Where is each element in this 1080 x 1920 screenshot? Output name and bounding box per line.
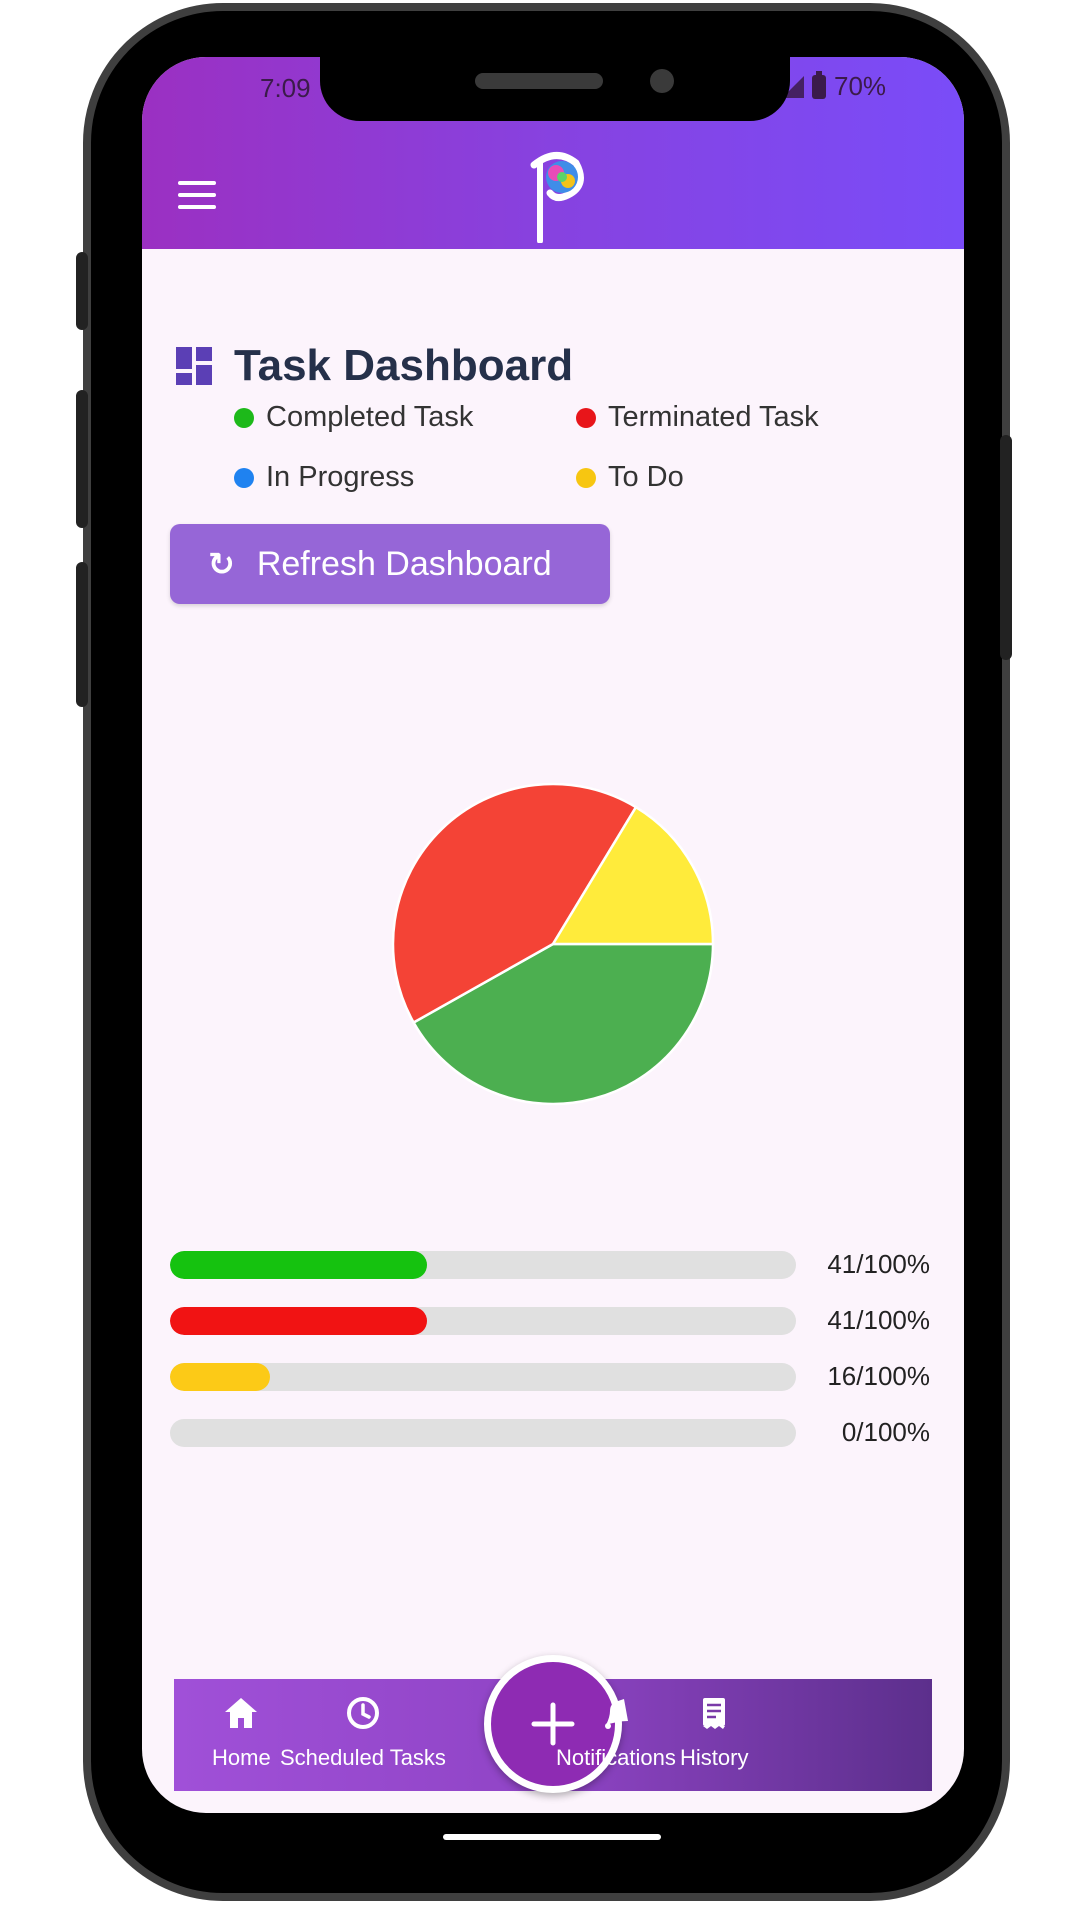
- nav-scheduled-tasks[interactable]: Scheduled Tasks: [280, 1693, 446, 1771]
- legend-label: In Progress: [266, 461, 415, 493]
- status-time: 7:09: [260, 73, 311, 103]
- nav-history[interactable]: History: [680, 1693, 748, 1771]
- progress-bars: 41/100% 41/100% 16/100% 0/100%: [170, 1249, 930, 1475]
- nav-label: Notifications: [556, 1745, 676, 1770]
- legend-item-completed: Completed Task: [234, 401, 473, 434]
- app-logo: [530, 152, 584, 243]
- progress-fill-terminated: [170, 1307, 427, 1335]
- progress-fill-to-do: [170, 1363, 271, 1391]
- progress-row-terminated: 41/100%: [170, 1305, 930, 1363]
- volume-up-button: [76, 390, 88, 528]
- page-title: Task Dashboard: [234, 341, 574, 390]
- legend-label: Completed Task: [266, 401, 474, 433]
- nav-label: Scheduled Tasks: [280, 1745, 446, 1770]
- dashboard-title-row: Task Dashboard: [176, 341, 573, 391]
- legend-label: To Do: [608, 461, 684, 493]
- refresh-dashboard-button[interactable]: ↻ Refresh Dashboard: [170, 524, 610, 604]
- nav-label: Home: [212, 1745, 271, 1770]
- bell-icon: [596, 1693, 636, 1733]
- dashboard-grid-icon: [176, 347, 212, 385]
- refresh-button-label: Refresh Dashboard: [256, 544, 552, 583]
- app-screen: 7:09 70% Task Dashboard Completed Task T…: [142, 57, 964, 1813]
- bottom-navigation: Home Scheduled Tasks Notifications Histo…: [174, 1655, 932, 1793]
- legend-dot: [576, 467, 596, 488]
- legend-dot: [576, 407, 596, 428]
- front-camera: [650, 69, 674, 93]
- nav-notifications[interactable]: Notifications: [556, 1693, 676, 1771]
- status-indicators: 70%: [782, 70, 887, 102]
- volume-down-button: [76, 562, 88, 707]
- battery-icon: [812, 70, 826, 99]
- mute-switch: [76, 252, 88, 330]
- clock-icon: [343, 1693, 383, 1733]
- legend-dot: [234, 407, 254, 428]
- progress-track: [170, 1363, 796, 1391]
- power-button: [1000, 435, 1012, 660]
- legend-item-in-progress: In Progress: [234, 461, 414, 494]
- progress-label: 41/100%: [827, 1249, 930, 1279]
- progress-label: 0/100%: [841, 1417, 930, 1447]
- progress-row-to-do: 16/100%: [170, 1361, 930, 1419]
- receipt-icon: [694, 1693, 734, 1733]
- nav-home[interactable]: Home: [212, 1693, 271, 1771]
- home-icon: [221, 1693, 261, 1733]
- progress-track: [170, 1419, 796, 1447]
- progress-label: 16/100%: [827, 1361, 930, 1391]
- refresh-icon: ↻: [208, 546, 235, 582]
- legend-dot: [234, 467, 254, 488]
- progress-track: [170, 1251, 796, 1279]
- legend-label: Terminated Task: [608, 401, 819, 433]
- hamburger-menu-icon[interactable]: [178, 181, 216, 211]
- legend-item-terminated: Terminated Task: [576, 401, 819, 434]
- phone-notch: [320, 57, 790, 121]
- progress-label: 41/100%: [827, 1305, 930, 1335]
- progress-row-in-progress: 0/100%: [170, 1417, 930, 1475]
- nav-label: History: [680, 1745, 749, 1770]
- legend-item-to-do: To Do: [576, 461, 684, 494]
- home-indicator: [443, 1834, 661, 1840]
- speaker-grille: [475, 73, 603, 89]
- battery-percent: 70%: [834, 71, 887, 101]
- progress-track: [170, 1307, 796, 1335]
- progress-row-completed: 41/100%: [170, 1249, 930, 1307]
- progress-fill-completed: [170, 1251, 427, 1279]
- task-pie-chart: [391, 782, 715, 1106]
